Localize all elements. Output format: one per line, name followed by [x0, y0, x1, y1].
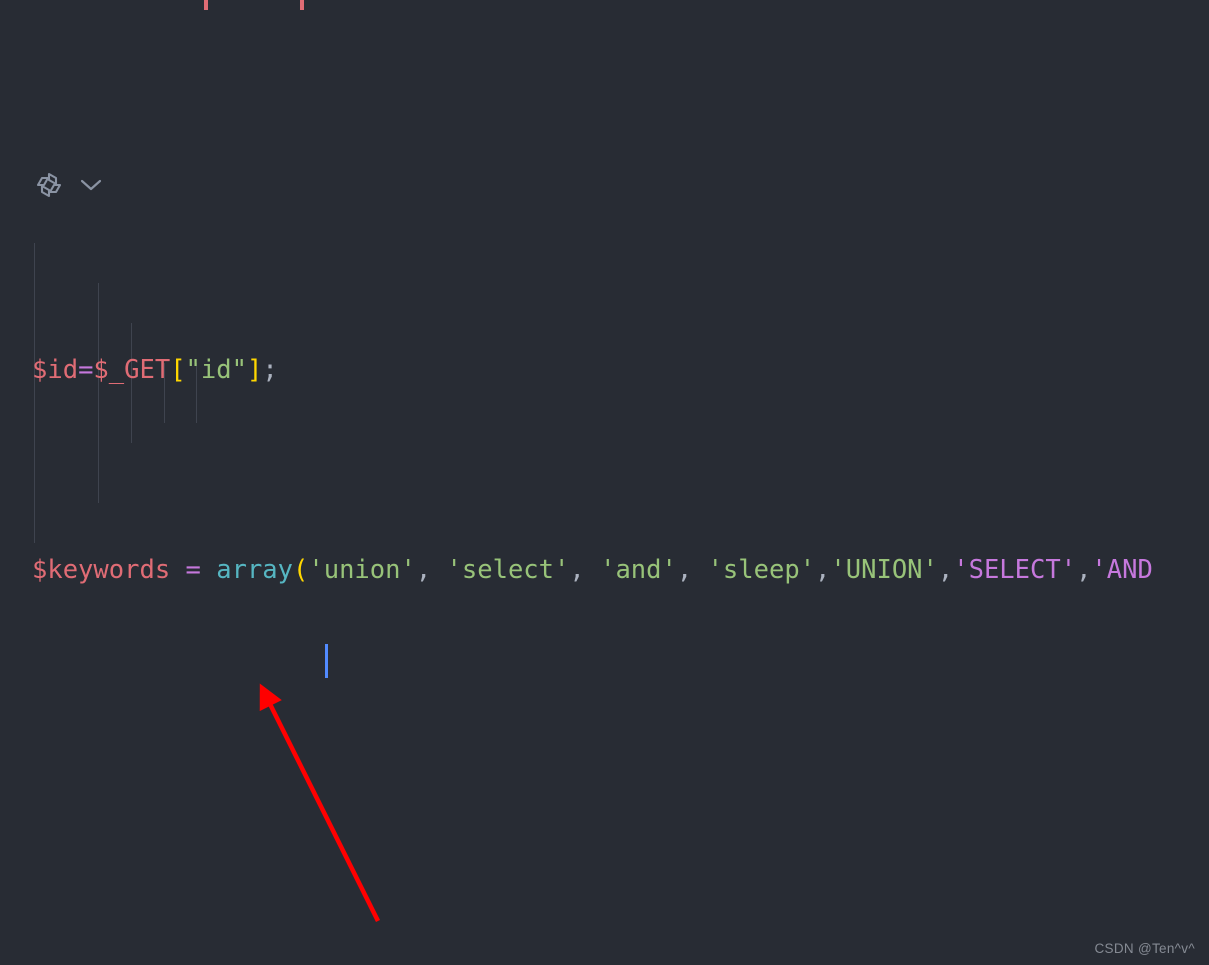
token-var-id: $id [32, 355, 79, 385]
code-content[interactable]: $id=$_GET["id"]; $keywords = array('unio… [0, 0, 1209, 965]
line-top-clipped [0, 160, 1209, 190]
token-comma-tight: , [815, 555, 831, 585]
token-bracket-open: [ [170, 355, 186, 385]
token-str-union: 'union' [308, 555, 416, 585]
token-comma-tight: , [1076, 555, 1092, 585]
token-bracket-close: ] [246, 355, 263, 385]
code-editor[interactable]: $id=$_GET["id"]; $keywords = array('unio… [0, 0, 1209, 965]
line-keywords[interactable]: $keywords = array('union', 'select', 'an… [0, 550, 1209, 590]
token-comma-tight: , [937, 555, 954, 585]
text-caret [325, 644, 328, 678]
token-str-select: 'select' [446, 555, 570, 585]
token-str-sleep: 'sleep' [707, 555, 816, 585]
token-assign: = [78, 355, 94, 385]
watermark: CSDN @Ten^v^ [1094, 941, 1195, 956]
token-semicolon: ; [262, 355, 278, 385]
token-str-AND: 'AND [1091, 555, 1153, 585]
token-str-UNION: 'UNION' [830, 555, 938, 585]
token-comma: , [676, 555, 708, 585]
token-comma: , [415, 555, 447, 585]
token-superglobal-get: $_GET [93, 355, 171, 385]
line-get-id[interactable]: $id=$_GET["id"]; [0, 350, 1209, 390]
line-blank-1 [0, 750, 1209, 790]
token-str-and: 'and' [600, 555, 677, 585]
token-var-keywords: $keywords [32, 555, 171, 585]
token-fn-array: array [216, 555, 293, 585]
token-str-SELECT: 'SELECT' [953, 555, 1077, 585]
token-comma: , [569, 555, 601, 585]
token-space-eq: = [170, 555, 217, 585]
token-string-id: "id" [185, 355, 247, 385]
token-paren-open: ( [293, 555, 309, 585]
line-codelens-spacer [0, 950, 1209, 965]
